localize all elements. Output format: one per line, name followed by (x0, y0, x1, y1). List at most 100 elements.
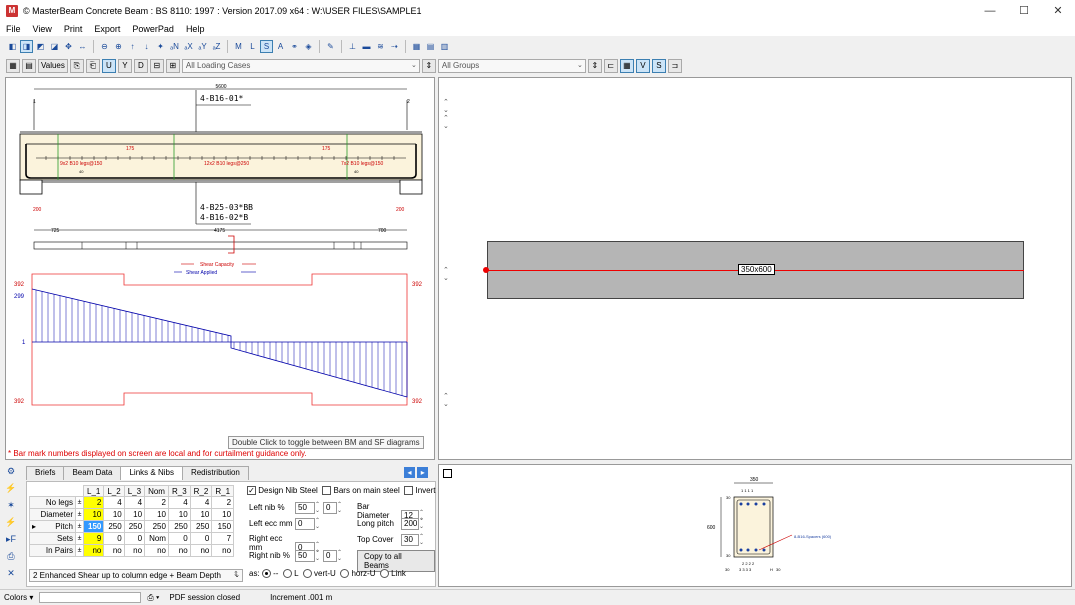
zoom-in-icon[interactable]: ⊕ (112, 40, 125, 53)
printer-icon[interactable]: ⎙ ▾ (147, 593, 159, 603)
table-cell[interactable]: 0 (189, 532, 213, 545)
maximize-button[interactable]: ☐ (1007, 0, 1041, 22)
top-cover-input[interactable]: 30 (401, 534, 419, 546)
menu-powerpad[interactable]: PowerPad (126, 24, 180, 34)
report-icon[interactable]: ▤ (424, 40, 437, 53)
shear-icon[interactable]: S (260, 40, 273, 53)
table-cell[interactable]: Nom (144, 532, 169, 545)
table-cell[interactable]: 7 (211, 532, 235, 545)
left-nib-input[interactable]: 50 (295, 502, 315, 514)
filter1-icon[interactable]: ⊟ (149, 59, 164, 73)
left-ecc-input[interactable]: 0 (295, 518, 315, 530)
u-button[interactable]: U (101, 59, 116, 73)
spin-icon[interactable]: ± (75, 520, 84, 533)
spin-icon[interactable]: ⌃ ⌄ (419, 518, 427, 530)
sidebar-tool6-icon[interactable]: ⎙ (4, 551, 18, 565)
table-cell[interactable]: no (123, 544, 146, 557)
table-cell[interactable]: 0 (167, 532, 191, 545)
scroll-arrows-top[interactable]: ⌃ ⌄ ⌃ ⌄ (443, 99, 449, 131)
grid-icon[interactable]: ▦ (6, 59, 20, 73)
node-x-icon[interactable]: ₐX (182, 40, 195, 53)
view-3d-icon[interactable]: ◧ (6, 40, 19, 53)
table-cell[interactable]: 250 (123, 520, 146, 533)
radio-link[interactable] (379, 569, 389, 579)
table-cell[interactable]: 0 (103, 532, 125, 545)
spin-icon[interactable]: ⌃ ⌄ (315, 502, 323, 514)
beam-icon[interactable]: ▬ (360, 40, 373, 53)
prev-arrow-icon[interactable]: ◂ (404, 467, 415, 478)
node-icon[interactable]: ✦ (154, 40, 167, 53)
layout-icon[interactable]: ▦ (619, 59, 634, 73)
loading-cases-select[interactable]: All Loading Cases ⌄ (181, 59, 420, 73)
sidebar-tool5-icon[interactable]: ▸F (4, 534, 18, 548)
values-button[interactable]: Values (38, 59, 68, 73)
spin-icon[interactable]: ⌃ ⌄ (419, 534, 427, 546)
library-icon[interactable]: ▥ (438, 40, 451, 53)
d-button[interactable]: D (133, 59, 148, 73)
arrow-down-icon[interactable]: ↓ (140, 40, 153, 53)
wrap-icon[interactable]: ⊐ (667, 59, 682, 73)
long-pitch-input[interactable]: 200 (401, 518, 419, 530)
table-cell[interactable]: no (103, 544, 125, 557)
edit-icon[interactable]: ✎ (324, 40, 337, 53)
tab-beam-data[interactable]: Beam Data (63, 466, 122, 480)
table-cell[interactable]: 150 (82, 520, 105, 533)
table-cell[interactable]: 4 (123, 496, 146, 509)
table-cell[interactable]: 250 (167, 520, 191, 533)
table-cell[interactable]: 150 (211, 520, 235, 533)
filter2-icon[interactable]: ⊞ (165, 59, 180, 73)
s-button[interactable]: S (651, 59, 666, 73)
table-cell[interactable]: 250 (144, 520, 169, 533)
cross-section-panel[interactable]: 350 1 1 1 1 600 30 30 8-B16-Spacers (600… (438, 464, 1072, 587)
sidebar-tool4-icon[interactable]: ⚡ (4, 517, 18, 531)
radio-vert-u[interactable] (302, 569, 312, 579)
sidebar-tool1-icon[interactable]: ⚙ (4, 466, 18, 480)
left-nib-input-2[interactable]: 0 (323, 502, 337, 514)
groups-select[interactable]: All Groups ⌄ (437, 59, 586, 73)
support-icon[interactable]: ⊥ (346, 40, 359, 53)
next-arrow-icon[interactable]: ▸ (417, 467, 429, 478)
table-cell[interactable]: 4 (189, 496, 213, 509)
beam-elevation-panel[interactable]: 5600 1 2 4-B16-01* 175 175 9x2 B10 legs@… (5, 77, 435, 460)
spin-icon[interactable]: ⌃ ⌄ (337, 550, 345, 562)
spin-icon[interactable]: ± (75, 532, 84, 545)
link-icon[interactable]: ⚭ (288, 40, 301, 53)
table-cell[interactable]: no (189, 544, 213, 557)
table-cell[interactable]: 2 (82, 496, 105, 509)
param-icon[interactable]: ≋ (374, 40, 387, 53)
table-cell[interactable]: no (167, 544, 191, 557)
arrow-up-icon[interactable]: ↑ (126, 40, 139, 53)
sidebar-tool2-icon[interactable]: ⚡ (4, 483, 18, 497)
table-cell[interactable]: 250 (189, 520, 213, 533)
scroll-arrows-bot[interactable]: ⌃ ⌄ (443, 393, 449, 409)
table-cell[interactable]: 10 (167, 508, 191, 521)
table-icon[interactable]: ▤ (22, 59, 36, 73)
spin-icon[interactable]: ± (75, 508, 84, 521)
spin-updown-icon[interactable]: ⇕ (233, 570, 239, 578)
right-nib-input-2[interactable]: 0 (323, 550, 337, 562)
colors-dropdown[interactable]: Colors ▾ (0, 593, 33, 602)
node-y-icon[interactable]: ₐY (196, 40, 209, 53)
table-cell[interactable]: 10 (123, 508, 146, 521)
table-cell[interactable]: 10 (144, 508, 169, 521)
node-n-icon[interactable]: ₐN (168, 40, 181, 53)
radio-dash[interactable] (261, 569, 271, 579)
menu-file[interactable]: File (0, 24, 27, 34)
radio-horz-u[interactable] (340, 569, 350, 579)
copy-icon[interactable]: ⎘ (69, 59, 84, 73)
bars-on-main-checkbox[interactable] (322, 486, 332, 496)
table-cell[interactable]: 0 (123, 532, 146, 545)
zoom-out-icon[interactable]: ⊖ (98, 40, 111, 53)
calc-icon[interactable]: ▦ (410, 40, 423, 53)
v-button[interactable]: V (635, 59, 650, 73)
spin2-icon[interactable]: ⇕ (587, 59, 602, 73)
tab-links-nibs[interactable]: Links & Nibs (120, 466, 183, 480)
spin-icon[interactable]: ⌃ ⌄ (337, 502, 345, 514)
close-button[interactable]: ✕ (1041, 0, 1075, 22)
design-nib-steel-checkbox[interactable]: ✓ (247, 486, 256, 496)
spin-icon[interactable]: ± (75, 544, 84, 557)
scroll-arrows-mid[interactable]: ⌃ ⌄ (443, 267, 449, 283)
table-cell[interactable]: no (82, 544, 105, 557)
sidebar-tool3-icon[interactable]: ✶ (4, 500, 18, 514)
minimize-button[interactable]: — (973, 0, 1007, 22)
